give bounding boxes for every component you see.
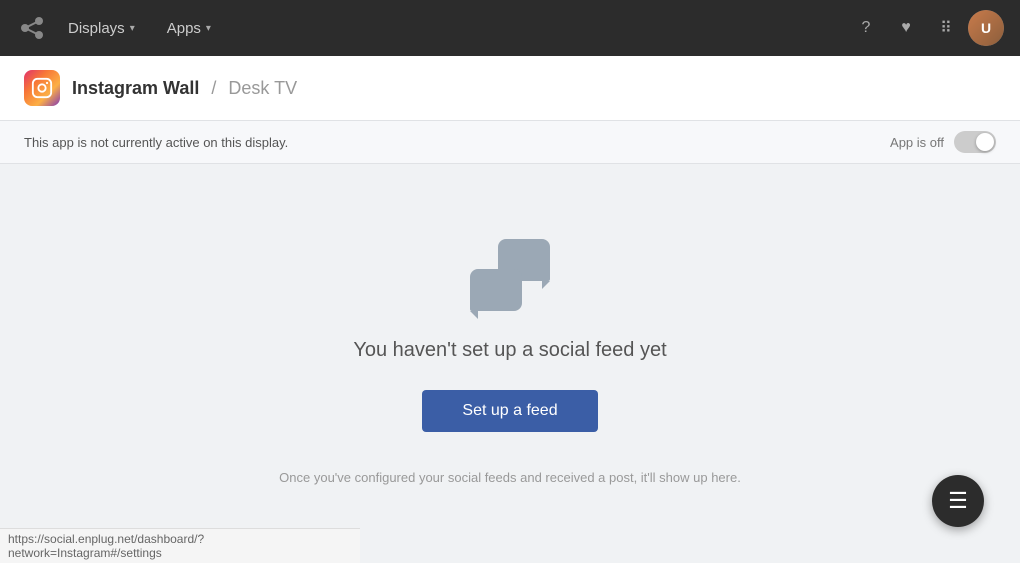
avatar-button[interactable]: U <box>968 10 1004 46</box>
display-name: Desk TV <box>228 78 297 99</box>
status-message: This app is not currently active on this… <box>24 135 288 150</box>
toggle-label: App is off <box>890 135 944 150</box>
displays-menu[interactable]: Displays ▾ <box>56 14 147 43</box>
grid-button[interactable]: ⠿ <box>928 10 964 46</box>
navbar: Displays ▾ Apps ▾ ? ♥ ⠿ U <box>0 0 1020 56</box>
apps-menu[interactable]: Apps ▾ <box>155 14 223 43</box>
avatar: U <box>968 10 1004 46</box>
status-bar: This app is not currently active on this… <box>0 121 1020 164</box>
app-name: Instagram Wall <box>72 78 199 99</box>
displays-caret: ▾ <box>130 23 135 34</box>
main-content: You haven't set up a social feed yet Set… <box>0 164 1020 563</box>
page-header: Instagram Wall / Desk TV <box>0 56 1020 121</box>
empty-title: You haven't set up a social feed yet <box>353 339 666 362</box>
app-toggle[interactable] <box>954 131 996 153</box>
apps-caret: ▾ <box>206 23 211 34</box>
empty-subtitle: Once you've configured your social feeds… <box>279 468 741 489</box>
setup-feed-button[interactable]: Set up a feed <box>422 390 597 432</box>
favorites-button[interactable]: ♥ <box>888 10 924 46</box>
nav-icons: ? ♥ ⠿ U <box>848 10 1004 46</box>
breadcrumb-separator: / <box>211 78 216 99</box>
bottom-statusbar: https://social.enplug.net/dashboard/?net… <box>0 528 360 563</box>
toggle-area: App is off <box>890 131 996 153</box>
heart-icon: ♥ <box>901 19 911 37</box>
app-icon <box>24 70 60 106</box>
logo <box>16 12 48 44</box>
chat-bubble-front <box>470 269 522 311</box>
empty-state-icon <box>470 239 550 311</box>
grid-icon: ⠿ <box>940 18 952 38</box>
fab-button[interactable]: ☰ <box>932 475 984 527</box>
help-button[interactable]: ? <box>848 10 884 46</box>
fab-menu-icon: ☰ <box>948 490 968 512</box>
help-icon: ? <box>862 19 871 37</box>
